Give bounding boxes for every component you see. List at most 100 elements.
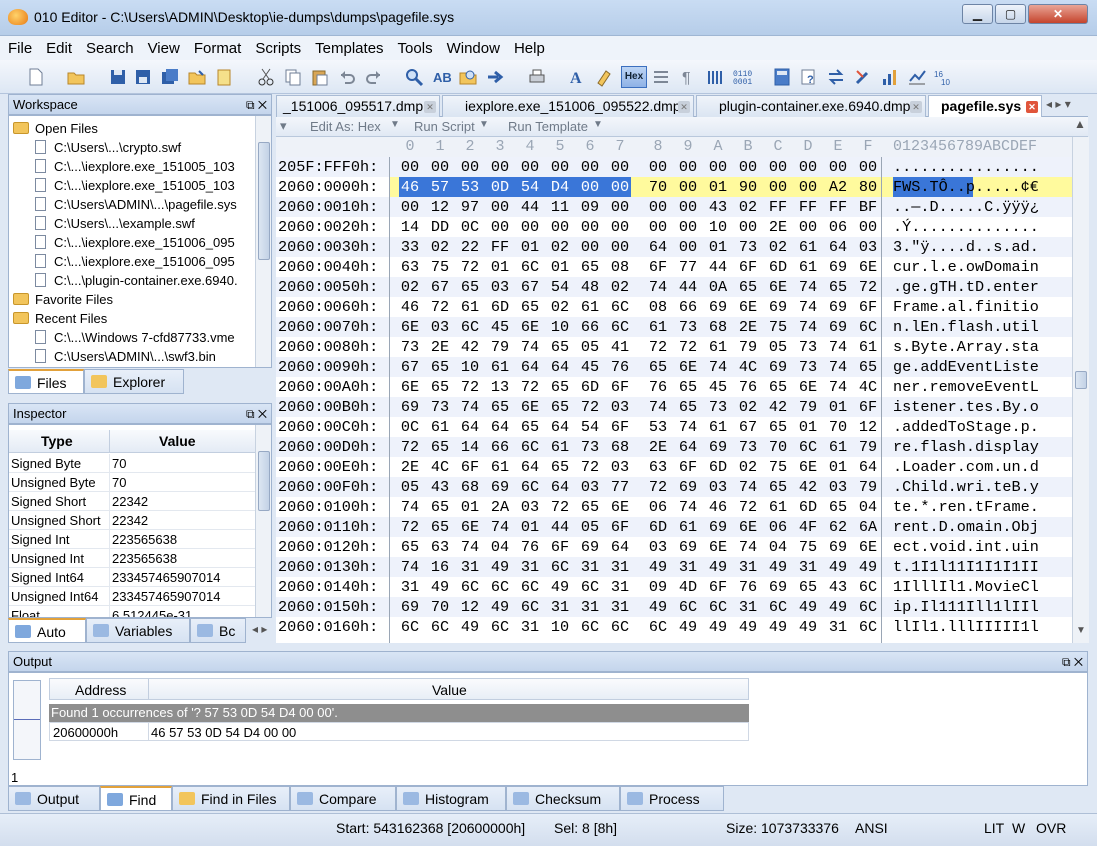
hex-row[interactable]: 2060:0150h: 69 70 12 49 6C 31 31 31 49 6C 6C 31 6C 49 4… xyxy=(276,597,1073,617)
binary-icon[interactable]: 0110 0001 xyxy=(732,67,752,87)
hex-byte[interactable]: 72 xyxy=(677,338,699,356)
inspector-scrollbar[interactable] xyxy=(255,425,271,617)
hex-byte[interactable]: 53 xyxy=(459,178,481,196)
hex-byte[interactable]: 00 xyxy=(459,158,481,176)
hex-byte[interactable]: 63 xyxy=(429,538,451,556)
hex-byte[interactable]: 66 xyxy=(677,298,699,316)
hex-byte[interactable]: 69 xyxy=(767,358,789,376)
hex-byte[interactable]: 6E xyxy=(459,518,481,536)
chart-line-icon[interactable] xyxy=(907,67,927,87)
hex-row[interactable]: 2060:0080h: 73 2E 42 79 74 65 05 41 72 72 61 79 05 73 7… xyxy=(276,337,1073,357)
hex-byte[interactable]: 02 xyxy=(549,238,571,256)
hex-byte[interactable]: 01 xyxy=(519,518,541,536)
hex-byte[interactable]: 72 xyxy=(429,298,451,316)
hex-byte[interactable]: 01 xyxy=(519,238,541,256)
scroll-thumb[interactable] xyxy=(258,142,270,260)
hex-byte[interactable]: 69 xyxy=(827,538,849,556)
hex-byte[interactable]: 73 xyxy=(677,318,699,336)
hex-editor[interactable]: 205F:FFF0h: 00 00 00 00 00 00 00 00 00 00 00 00 00 00 0… xyxy=(276,157,1073,643)
hex-byte[interactable]: 6C xyxy=(399,618,421,636)
hex-byte[interactable]: 00 xyxy=(677,218,699,236)
hex-byte[interactable]: 2E xyxy=(767,218,789,236)
hex-row[interactable]: 2060:0040h: 63 75 72 01 6C 01 65 08 6F 77 44 6F 6D 61 6… xyxy=(276,257,1073,277)
hex-byte[interactable]: 49 xyxy=(489,598,511,616)
hex-byte[interactable]: 69 xyxy=(677,538,699,556)
hex-byte[interactable]: 01 xyxy=(459,498,481,516)
hex-byte[interactable]: 69 xyxy=(707,298,729,316)
hex-byte[interactable]: 03 xyxy=(827,478,849,496)
hex-byte[interactable]: 05 xyxy=(579,518,601,536)
hex-byte[interactable]: 65 xyxy=(519,418,541,436)
hex-byte[interactable]: 61 xyxy=(677,518,699,536)
paragraph-icon[interactable]: ¶ xyxy=(678,67,698,87)
ascii-text[interactable]: ip.Il111Ill1lIIl xyxy=(893,598,1039,616)
hex-byte[interactable]: 31 xyxy=(609,578,631,596)
hex-byte[interactable]: 14 xyxy=(459,438,481,456)
open-file-item[interactable]: C:\...\iexplore.exe_151006_095 xyxy=(35,252,235,271)
hex-byte[interactable]: 6C xyxy=(519,598,541,616)
hex-byte[interactable]: 61 xyxy=(549,438,571,456)
hex-byte[interactable]: 00 xyxy=(797,178,819,196)
hex-byte[interactable]: 44 xyxy=(519,198,541,216)
hex-byte[interactable]: 61 xyxy=(767,498,789,516)
hex-byte[interactable]: 00 xyxy=(677,198,699,216)
hex-byte[interactable]: 46 xyxy=(707,498,729,516)
find-summary-row[interactable]: Found 1 occurrences of '? 57 53 0D 54 D4… xyxy=(49,704,749,722)
hex-byte[interactable]: 72 xyxy=(399,518,421,536)
hex-byte[interactable]: 02 xyxy=(609,278,631,296)
hex-byte[interactable]: 74 xyxy=(399,558,421,576)
goto-icon[interactable] xyxy=(485,67,505,87)
hex-byte[interactable]: 00 xyxy=(647,218,669,236)
tab-scroll-arrows[interactable]: ◂ ▸ xyxy=(252,622,267,636)
open-file-item[interactable]: C:\Users\...\crypto.swf xyxy=(35,138,181,157)
new-file-icon[interactable] xyxy=(26,67,46,87)
hex-byte[interactable]: 00 xyxy=(647,198,669,216)
ascii-text[interactable]: n.lEn.flash.util xyxy=(893,318,1039,336)
close-tab-icon[interactable]: ✕ xyxy=(678,101,690,113)
hex-byte[interactable]: 31 xyxy=(609,558,631,576)
hex-byte[interactable]: 6C xyxy=(519,438,541,456)
tab-variables[interactable]: Variables xyxy=(86,618,190,643)
hex-byte[interactable]: 6C xyxy=(609,618,631,636)
hex-byte[interactable]: 45 xyxy=(579,358,601,376)
open-file-item[interactable]: C:\Users\...\example.swf xyxy=(35,214,195,233)
hex-byte[interactable]: 6C xyxy=(579,618,601,636)
save-icon[interactable] xyxy=(108,67,128,87)
hex-byte[interactable]: 73 xyxy=(579,438,601,456)
hex-byte[interactable]: 49 xyxy=(797,598,819,616)
hex-byte[interactable]: 00 xyxy=(579,218,601,236)
hex-byte[interactable]: 69 xyxy=(707,438,729,456)
hex-byte[interactable]: 6D xyxy=(797,498,819,516)
hex-byte[interactable]: 03 xyxy=(519,498,541,516)
hex-byte[interactable]: 65 xyxy=(857,358,879,376)
hex-byte[interactable]: 69 xyxy=(489,478,511,496)
hex-row[interactable]: 2060:00D0h: 72 65 14 66 6C 61 73 68 2E 64 69 73 70 6C 6… xyxy=(276,437,1073,457)
hex-byte[interactable]: 03 xyxy=(609,458,631,476)
save-as-icon[interactable] xyxy=(133,67,153,87)
hex-byte[interactable]: 69 xyxy=(579,538,601,556)
hex-byte[interactable]: 65 xyxy=(489,398,511,416)
hex-byte[interactable]: D4 xyxy=(549,178,571,196)
hex-byte[interactable]: 00 xyxy=(579,178,601,196)
hex-byte[interactable]: 66 xyxy=(579,318,601,336)
hex-byte[interactable]: 04 xyxy=(489,538,511,556)
hex-row[interactable]: 2060:00F0h: 05 43 68 69 6C 64 03 77 72 69 03 74 65 42 0… xyxy=(276,477,1073,497)
hex-row[interactable]: 2060:0140h: 31 49 6C 6C 6C 49 6C 31 09 4D 6F 76 69 65 4… xyxy=(276,577,1073,597)
menu-format[interactable]: Format xyxy=(194,40,242,57)
hex-byte[interactable]: 73 xyxy=(707,398,729,416)
hex-byte[interactable]: 00 xyxy=(519,158,541,176)
hex-byte[interactable]: 6E xyxy=(857,258,879,276)
open-file-item[interactable]: C:\...\iexplore.exe_151006_095 xyxy=(35,233,235,252)
hex-byte[interactable]: 61 xyxy=(429,418,451,436)
hex-byte[interactable]: 67 xyxy=(737,418,759,436)
hex-byte[interactable]: 54 xyxy=(579,418,601,436)
hex-mode-button[interactable]: Hex xyxy=(621,66,647,88)
inspector-row[interactable]: Float 6.512445e-31 xyxy=(9,606,255,617)
hex-byte[interactable]: 76 xyxy=(519,538,541,556)
hex-byte[interactable]: 6E xyxy=(519,398,541,416)
tab-checksum[interactable]: Checksum xyxy=(506,786,620,811)
hex-byte[interactable]: 73 xyxy=(737,238,759,256)
ascii-text[interactable]: ..—.D.....C.ÿÿÿ¿ xyxy=(893,198,1039,216)
hex-byte[interactable]: 70 xyxy=(767,438,789,456)
hex-byte[interactable]: 00 xyxy=(737,218,759,236)
